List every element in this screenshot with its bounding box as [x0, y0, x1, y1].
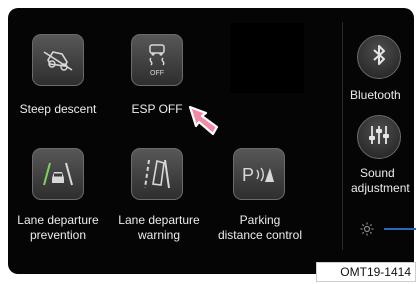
bluetooth-button[interactable]	[357, 35, 401, 79]
lane-departure-warning-label-line2: warning	[137, 228, 181, 242]
parking-distance-control-label-line2: distance control	[217, 228, 303, 242]
bluetooth-icon	[369, 43, 389, 72]
lane-departure-prevention-button[interactable]	[32, 148, 84, 200]
lane-departure-warning-label-line1: Lane departure	[118, 213, 200, 227]
sun-icon	[360, 222, 374, 241]
parking-distance-control-label-line1: Parking	[239, 213, 281, 227]
lane-departure-prevention-label-line2: prevention	[29, 228, 87, 242]
esp-off-icon-text: OFF	[150, 70, 164, 77]
sound-adjustment-label-line2: adjustment	[351, 181, 410, 195]
brightness-slider[interactable]	[384, 228, 416, 230]
lane-departure-warning-button[interactable]	[131, 148, 183, 200]
equalizer-icon	[367, 124, 391, 151]
pointing-hand-icon	[184, 103, 222, 146]
steep-descent-icon	[41, 46, 75, 74]
steep-descent-button[interactable]	[32, 34, 84, 86]
esp-off-button[interactable]: OFF	[131, 34, 183, 86]
bluetooth-label: Bluetooth	[350, 88, 401, 102]
figure-code: OMT19-1414	[316, 262, 416, 282]
sound-adjustment-button[interactable]	[357, 115, 401, 159]
lane-departure-prevention-icon	[40, 160, 76, 188]
steep-descent-label: Steep descent	[19, 102, 97, 116]
parking-distance-control-icon: P	[240, 162, 278, 186]
sound-adjustment-label-line1: Sound	[360, 166, 395, 180]
lane-departure-warning-icon	[141, 157, 173, 191]
esp-off-icon: OFF	[142, 43, 172, 77]
empty-panel	[230, 23, 304, 93]
parking-distance-control-button[interactable]: P	[233, 148, 285, 200]
parking-distance-control-icon-text: P	[242, 165, 254, 185]
lane-departure-prevention-label-line1: Lane departure	[17, 213, 99, 227]
side-divider	[342, 22, 343, 250]
